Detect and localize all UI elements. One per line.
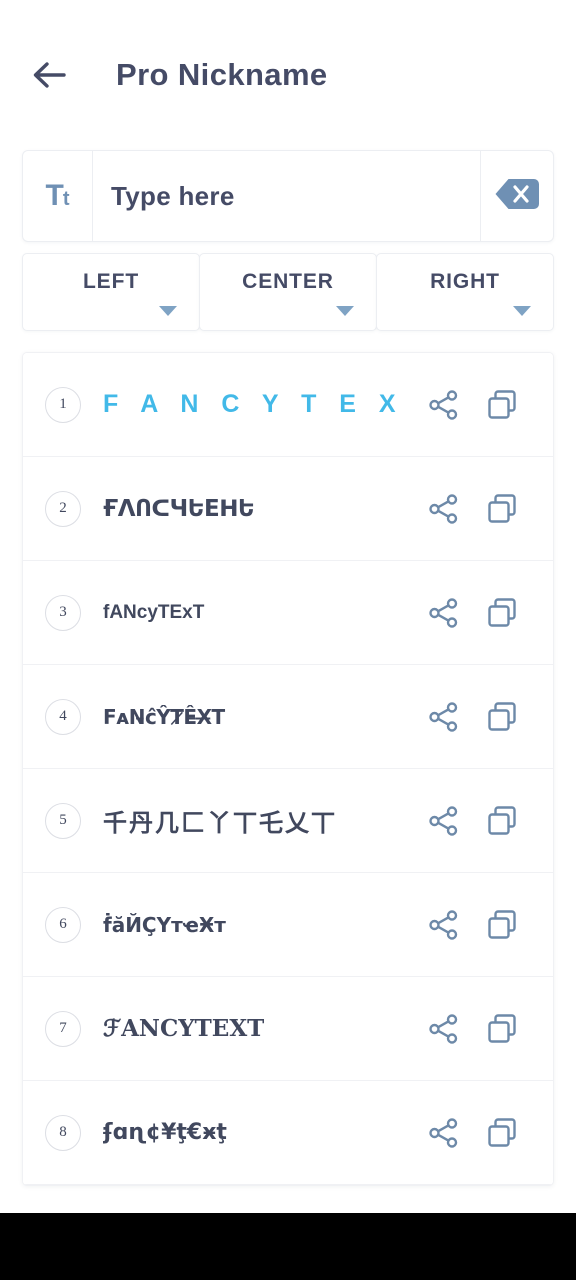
copy-icon (485, 388, 519, 422)
tt-font-icon: Tt (46, 181, 70, 211)
share-button[interactable] (415, 1000, 473, 1058)
row-index-badge: 2 (45, 490, 81, 527)
share-icon (427, 596, 461, 630)
table-row[interactable]: 5 千丹几匚丫丅乇乂丅 (23, 769, 553, 873)
row-index-badge: 5 (45, 802, 81, 839)
tt-font-icon-big: T (45, 179, 64, 212)
table-row[interactable]: 7 ℱANCYTEXT (23, 977, 553, 1081)
tt-font-icon-small: t (62, 188, 70, 210)
share-icon (427, 908, 461, 942)
copy-button[interactable] (473, 480, 531, 538)
nickname-input-bar: Tt (22, 150, 554, 242)
chevron-down-icon (159, 306, 177, 316)
share-icon (427, 492, 461, 526)
copy-icon (485, 804, 519, 838)
share-icon (427, 804, 461, 838)
table-row[interactable]: 4 ϜᴀN̵ᴄ̂ŶT̷Ê̵X̶T (23, 665, 553, 769)
row-index-badge: 7 (45, 1010, 81, 1047)
style-preview-text: ҒΛՈᑕЧԵEᕼԵ (103, 495, 255, 522)
copy-button[interactable] (473, 896, 531, 954)
share-button[interactable] (415, 584, 473, 642)
row-index-badge: 1 (45, 386, 81, 423)
clear-button[interactable] (481, 151, 553, 241)
copy-icon (485, 492, 519, 526)
row-actions (415, 480, 553, 538)
row-actions (415, 688, 553, 746)
app-screen: Pro Nickname Tt LEFT CENTER (0, 0, 576, 1280)
row-actions (415, 376, 553, 434)
style-preview-text: ḟӑЙҪҮтҽӾт (103, 912, 226, 937)
row-actions (415, 792, 553, 850)
page-title: Pro Nickname (116, 57, 328, 92)
copy-icon (485, 1116, 519, 1150)
share-icon (427, 700, 461, 734)
app-header: Pro Nickname (0, 0, 576, 150)
copy-icon (485, 700, 519, 734)
copy-button[interactable] (473, 688, 531, 746)
style-preview-text: ϜᴀN̵ᴄ̂ŶT̷Ê̵X̶T (103, 704, 225, 729)
table-row[interactable]: 6 ḟӑЙҪҮтҽӾт (23, 873, 553, 977)
align-right-button[interactable]: RIGHT (376, 253, 554, 331)
font-style-button[interactable]: Tt (23, 151, 93, 241)
alignment-button-row: LEFT CENTER RIGHT (22, 253, 554, 331)
align-left-button[interactable]: LEFT (22, 253, 200, 331)
align-center-button[interactable]: CENTER (199, 253, 377, 331)
arrow-left-icon (31, 60, 67, 90)
align-right-label: RIGHT (430, 270, 500, 293)
back-button[interactable] (26, 52, 72, 98)
style-list: 1 F A N C Y T E X T 2 ҒΛՈᑕЧԵEᕼԵ 3 fANcyT… (22, 352, 554, 1186)
style-preview-text: ℱANCYTEXT (103, 1015, 265, 1042)
row-actions (415, 896, 553, 954)
share-button[interactable] (415, 1104, 473, 1162)
share-button[interactable] (415, 896, 473, 954)
table-row[interactable]: 2 ҒΛՈᑕЧԵEᕼԵ (23, 457, 553, 561)
copy-icon (485, 908, 519, 942)
row-actions (415, 1000, 553, 1058)
row-actions (415, 584, 553, 642)
share-button[interactable] (415, 480, 473, 538)
nickname-input-cell[interactable] (93, 151, 481, 241)
table-row[interactable]: 8 ʄɑɳ¢¥ţ€ӿţ (23, 1081, 553, 1185)
backspace-delete-icon (494, 177, 540, 216)
share-button[interactable] (415, 792, 473, 850)
row-index-badge: 8 (45, 1114, 81, 1151)
copy-button[interactable] (473, 1000, 531, 1058)
copy-button[interactable] (473, 376, 531, 434)
system-navigation-bar (0, 1213, 576, 1280)
chevron-down-icon (513, 306, 531, 316)
align-left-label: LEFT (82, 270, 140, 293)
share-icon (427, 1012, 461, 1046)
copy-button[interactable] (473, 1104, 531, 1162)
copy-button[interactable] (473, 584, 531, 642)
table-row[interactable]: 1 F A N C Y T E X T (23, 353, 553, 457)
table-row[interactable]: 3 fANcyTExT (23, 561, 553, 665)
chevron-down-icon (336, 306, 354, 316)
share-button[interactable] (415, 688, 473, 746)
copy-icon (485, 1012, 519, 1046)
style-preview-text: fANcyTExT (103, 601, 205, 623)
row-actions (415, 1104, 553, 1162)
row-index-badge: 6 (45, 906, 81, 943)
row-index-badge: 3 (45, 594, 81, 631)
style-preview-text: F A N C Y T E X T (103, 390, 415, 418)
align-center-label: CENTER (242, 270, 334, 293)
nickname-input[interactable] (111, 180, 480, 212)
copy-icon (485, 596, 519, 630)
share-icon (427, 1116, 461, 1150)
copy-button[interactable] (473, 792, 531, 850)
row-index-badge: 4 (45, 698, 81, 735)
style-preview-text: 千丹几匚丫丅乇乂丅 (103, 809, 337, 837)
share-button[interactable] (415, 376, 473, 434)
style-preview-text: ʄɑɳ¢¥ţ€ӿţ (103, 1120, 227, 1145)
share-icon (427, 388, 461, 422)
